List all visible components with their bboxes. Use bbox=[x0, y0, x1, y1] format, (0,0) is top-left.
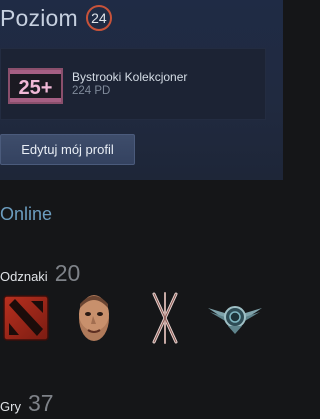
featured-badge-xp: 224 PD bbox=[72, 85, 111, 97]
featured-badge-name: Bystrooki Kolekcjoner bbox=[72, 70, 188, 84]
games-count[interactable]: 37 bbox=[28, 390, 54, 417]
featured-badge-card[interactable]: 25+ Bystrooki Kolekcjoner 224 PD bbox=[0, 48, 266, 120]
games-section-header[interactable]: Gry 37 bbox=[0, 390, 54, 417]
level-label: Poziom bbox=[0, 5, 78, 31]
edit-profile-button[interactable]: Edytuj mój profil bbox=[0, 134, 135, 165]
badges-row bbox=[0, 290, 283, 352]
online-status: Online bbox=[0, 204, 53, 224]
games-label[interactable]: Gry bbox=[0, 399, 21, 414]
badges-count[interactable]: 20 bbox=[55, 260, 81, 287]
badges-label[interactable]: Odznaki bbox=[0, 269, 48, 284]
collector-badge-text: 25+ bbox=[19, 77, 53, 99]
profile-summary-panel: Poziom 24 25+ Bystrooki Kolekcjoner 224 … bbox=[0, 0, 283, 180]
crossed-sticks-badge-icon[interactable] bbox=[148, 292, 182, 349]
collector-25-plus-badge-icon[interactable]: 25+ bbox=[8, 68, 63, 104]
dota-2-badge-icon[interactable] bbox=[3, 295, 49, 346]
winged-emblem-badge-icon[interactable] bbox=[206, 300, 264, 341]
badges-section-header[interactable]: Odznaki 20 bbox=[0, 260, 80, 287]
level-row: Poziom 24 bbox=[0, 3, 112, 33]
face-portrait-badge-icon[interactable] bbox=[77, 292, 111, 349]
level-badge[interactable]: 24 bbox=[85, 5, 112, 31]
profile-sidebar: Poziom 24 25+ Bystrooki Kolekcjoner 224 … bbox=[0, 0, 283, 419]
